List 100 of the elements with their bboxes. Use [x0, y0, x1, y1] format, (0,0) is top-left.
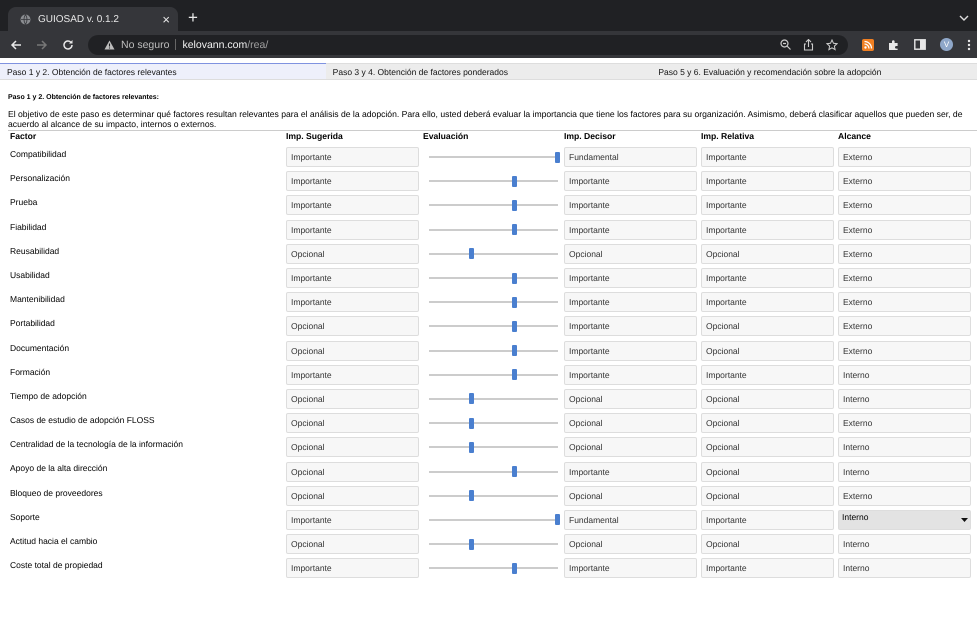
suggested-field[interactable]: Opcional — [286, 437, 419, 458]
chevron-down-icon[interactable] — [959, 14, 969, 22]
suggested-field[interactable]: Importante — [286, 220, 419, 240]
relative-field[interactable]: Importante — [701, 364, 834, 385]
suggested-field[interactable]: Opcional — [286, 388, 419, 409]
decisor-field[interactable]: Importante — [564, 364, 697, 385]
relative-field[interactable]: Importante — [701, 171, 834, 192]
scope-field[interactable]: Interno — [838, 534, 971, 554]
suggested-field[interactable]: Importante — [286, 364, 419, 385]
decisor-field[interactable]: Opcional — [564, 534, 697, 554]
step-tab[interactable]: Paso 3 y 4. Obtención de factores ponderados — [326, 63, 652, 79]
browser-tab[interactable]: GUIOSAD v. 0.1.2 × — [8, 7, 178, 31]
decisor-field[interactable]: Fundamental — [564, 510, 697, 530]
star-icon[interactable] — [826, 38, 838, 50]
scope-field[interactable]: Interno — [838, 388, 971, 409]
relative-field[interactable]: Opcional — [701, 244, 834, 264]
decisor-field[interactable]: Importante — [564, 195, 697, 216]
decisor-field[interactable]: Importante — [564, 220, 697, 240]
suggested-field[interactable]: Importante — [286, 147, 419, 168]
scope-field[interactable]: Interno — [838, 462, 971, 482]
factor-label: Personalización — [10, 172, 72, 184]
relative-field[interactable]: Opcional — [701, 437, 834, 458]
relative-field[interactable]: Opcional — [701, 316, 834, 336]
relative-field[interactable]: Opcional — [701, 413, 834, 434]
rss-icon[interactable] — [862, 38, 874, 50]
suggested-field[interactable]: Opcional — [286, 486, 419, 506]
close-button[interactable]: × — [162, 12, 170, 26]
factor-label: Apoyo de la alta dirección — [10, 462, 108, 474]
relative-field[interactable]: Importante — [701, 292, 834, 312]
suggested-field[interactable]: Importante — [286, 292, 419, 312]
relative-field[interactable]: Importante — [701, 147, 834, 168]
puzzle-icon[interactable] — [888, 38, 900, 50]
zoom-icon[interactable] — [780, 39, 791, 50]
scope-field[interactable]: Externo — [838, 268, 971, 288]
scope-dropdown[interactable]: Interno — [838, 510, 971, 530]
step-tab[interactable]: Paso 1 y 2. Obtención de factores relevantes — [0, 63, 326, 79]
suggested-field[interactable]: Opcional — [286, 316, 419, 336]
decisor-field[interactable]: Opcional — [564, 388, 697, 409]
sidebar-icon[interactable] — [914, 39, 926, 50]
suggested-field[interactable]: Opcional — [286, 413, 419, 434]
address-bar[interactable]: No seguro kelovann.com/rea/ — [88, 34, 848, 54]
suggested-field[interactable]: Importante — [286, 171, 419, 192]
scope-field[interactable]: Externo — [838, 147, 971, 168]
relative-field[interactable]: Importante — [701, 268, 834, 288]
scope-field[interactable]: Externo — [838, 340, 971, 361]
decisor-field[interactable]: Importante — [564, 316, 697, 336]
reload-icon[interactable] — [62, 38, 74, 50]
new-tab-button[interactable]: + — [188, 8, 198, 28]
factor-label: Usabilidad — [10, 268, 51, 280]
scope-field[interactable]: Interno — [838, 364, 971, 385]
more-menu-icon[interactable] — [967, 38, 971, 50]
description-text: El objetivo de este paso es determinar qué factores resultan relevantes para el análisis de la adopción. Para ello, usted deberá evaluar la importancia que tiene los factores para su organización. Asimismo, deberá clasificar aquellos que pueden ser, de acuerdo al alcance de su impacto, internos o externos. — [8, 110, 964, 129]
decisor-field[interactable]: Opcional — [564, 486, 697, 506]
decisor-field[interactable]: Importante — [564, 171, 697, 192]
decisor-field[interactable]: Opcional — [564, 244, 697, 264]
scope-field[interactable]: Externo — [838, 292, 971, 312]
suggested-field[interactable]: Opcional — [286, 244, 419, 264]
scope-field[interactable]: Externo — [838, 486, 971, 506]
scope-field[interactable]: Externo — [838, 244, 971, 264]
relative-field[interactable]: Importante — [701, 195, 834, 216]
decisor-field[interactable]: Opcional — [564, 437, 697, 458]
relative-field[interactable]: Opcional — [701, 340, 834, 361]
decisor-field[interactable]: Importante — [564, 462, 697, 482]
share-icon[interactable] — [803, 38, 814, 50]
step-tab[interactable]: Paso 5 y 6. Evaluación y recomendación sobre la adopción — [651, 63, 977, 79]
forward-arrow-icon[interactable] — [36, 38, 48, 50]
decisor-field[interactable]: Importante — [564, 268, 697, 288]
suggested-field[interactable]: Importante — [286, 510, 419, 530]
scope-field[interactable]: Externo — [838, 220, 971, 240]
relative-field[interactable]: Opcional — [701, 462, 834, 482]
scope-field[interactable]: Interno — [838, 558, 971, 578]
decisor-field[interactable]: Importante — [564, 558, 697, 578]
scope-field[interactable]: Externo — [838, 195, 971, 216]
suggested-field[interactable]: Importante — [286, 195, 419, 216]
decisor-field[interactable]: Fundamental — [564, 147, 697, 168]
factor-label: Casos de estudio de adopción FLOSS — [10, 414, 156, 426]
factor-label: Formación — [10, 366, 52, 377]
decisor-field[interactable]: Opcional — [564, 413, 697, 434]
warning-icon[interactable] — [104, 40, 115, 50]
suggested-field[interactable]: Opcional — [286, 340, 419, 361]
scope-field[interactable]: Externo — [838, 413, 971, 434]
factor-label: Reusabilidad — [10, 244, 60, 256]
decisor-field[interactable]: Importante — [564, 292, 697, 312]
back-arrow-icon[interactable] — [10, 38, 22, 50]
suggested-field[interactable]: Importante — [286, 268, 419, 288]
relative-field[interactable]: Importante — [701, 558, 834, 578]
relative-field[interactable]: Opcional — [701, 486, 834, 506]
suggested-field[interactable]: Importante — [286, 558, 419, 578]
suggested-field[interactable]: Opcional — [286, 534, 419, 554]
scope-field[interactable]: Externo — [838, 171, 971, 192]
relative-field[interactable]: Opcional — [701, 534, 834, 554]
globe-icon[interactable] — [20, 14, 31, 24]
caret-icon[interactable] — [961, 518, 968, 522]
relative-field[interactable]: Opcional — [701, 388, 834, 409]
scope-field[interactable]: Interno — [838, 437, 971, 458]
relative-field[interactable]: Importante — [701, 510, 834, 530]
relative-field[interactable]: Importante — [701, 220, 834, 240]
decisor-field[interactable]: Importante — [564, 340, 697, 361]
suggested-field[interactable]: Opcional — [286, 462, 419, 482]
scope-field[interactable]: Externo — [838, 316, 971, 336]
